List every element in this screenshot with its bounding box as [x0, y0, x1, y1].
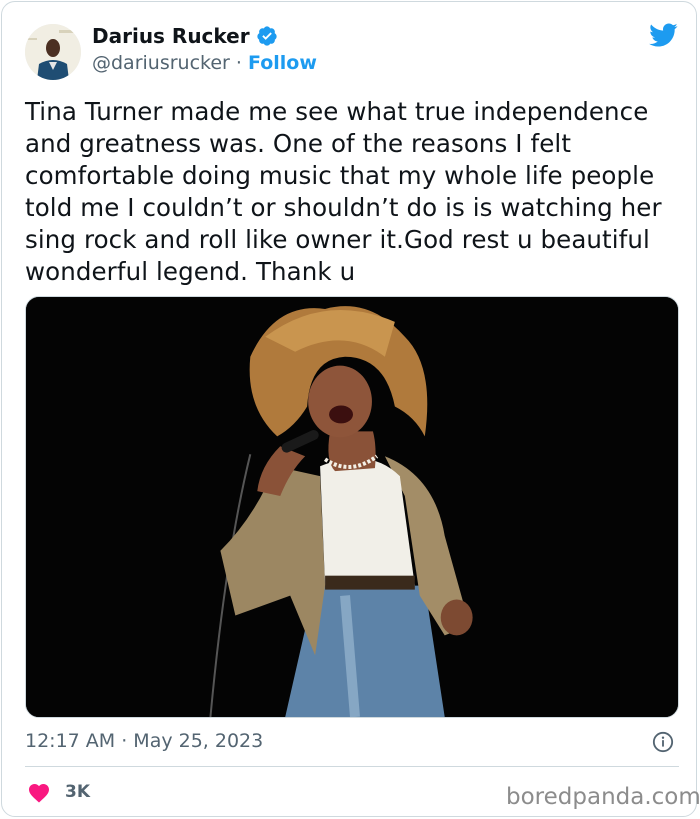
author-name-row[interactable]: Darius Rucker: [92, 24, 278, 48]
author-handle[interactable]: @dariusrucker: [92, 52, 230, 74]
divider: [25, 766, 679, 767]
like-count: 3K: [65, 782, 91, 802]
handle-row: @dariusrucker · Follow: [92, 52, 317, 74]
tweet-card: Darius Rucker @dariusrucker · Follow Tin…: [1, 1, 697, 817]
tweet-text: Tina Turner made me see what true indepe…: [25, 97, 662, 286]
like-button[interactable]: 3K: [27, 781, 90, 803]
author-name[interactable]: Darius Rucker: [92, 24, 250, 48]
verified-badge-icon: [256, 26, 277, 46]
heart-icon: [29, 784, 49, 803]
info-icon[interactable]: [652, 731, 674, 753]
tweet-timestamp[interactable]: 12:17 AM · May 25, 2023: [25, 730, 263, 752]
tweet-photo[interactable]: [25, 296, 679, 718]
avatar[interactable]: [25, 24, 81, 80]
watermark: boredpanda.com: [506, 784, 700, 810]
separator-dot: ·: [235, 52, 242, 74]
twitter-bird-icon[interactable]: [646, 20, 680, 50]
follow-button[interactable]: Follow: [248, 52, 317, 74]
